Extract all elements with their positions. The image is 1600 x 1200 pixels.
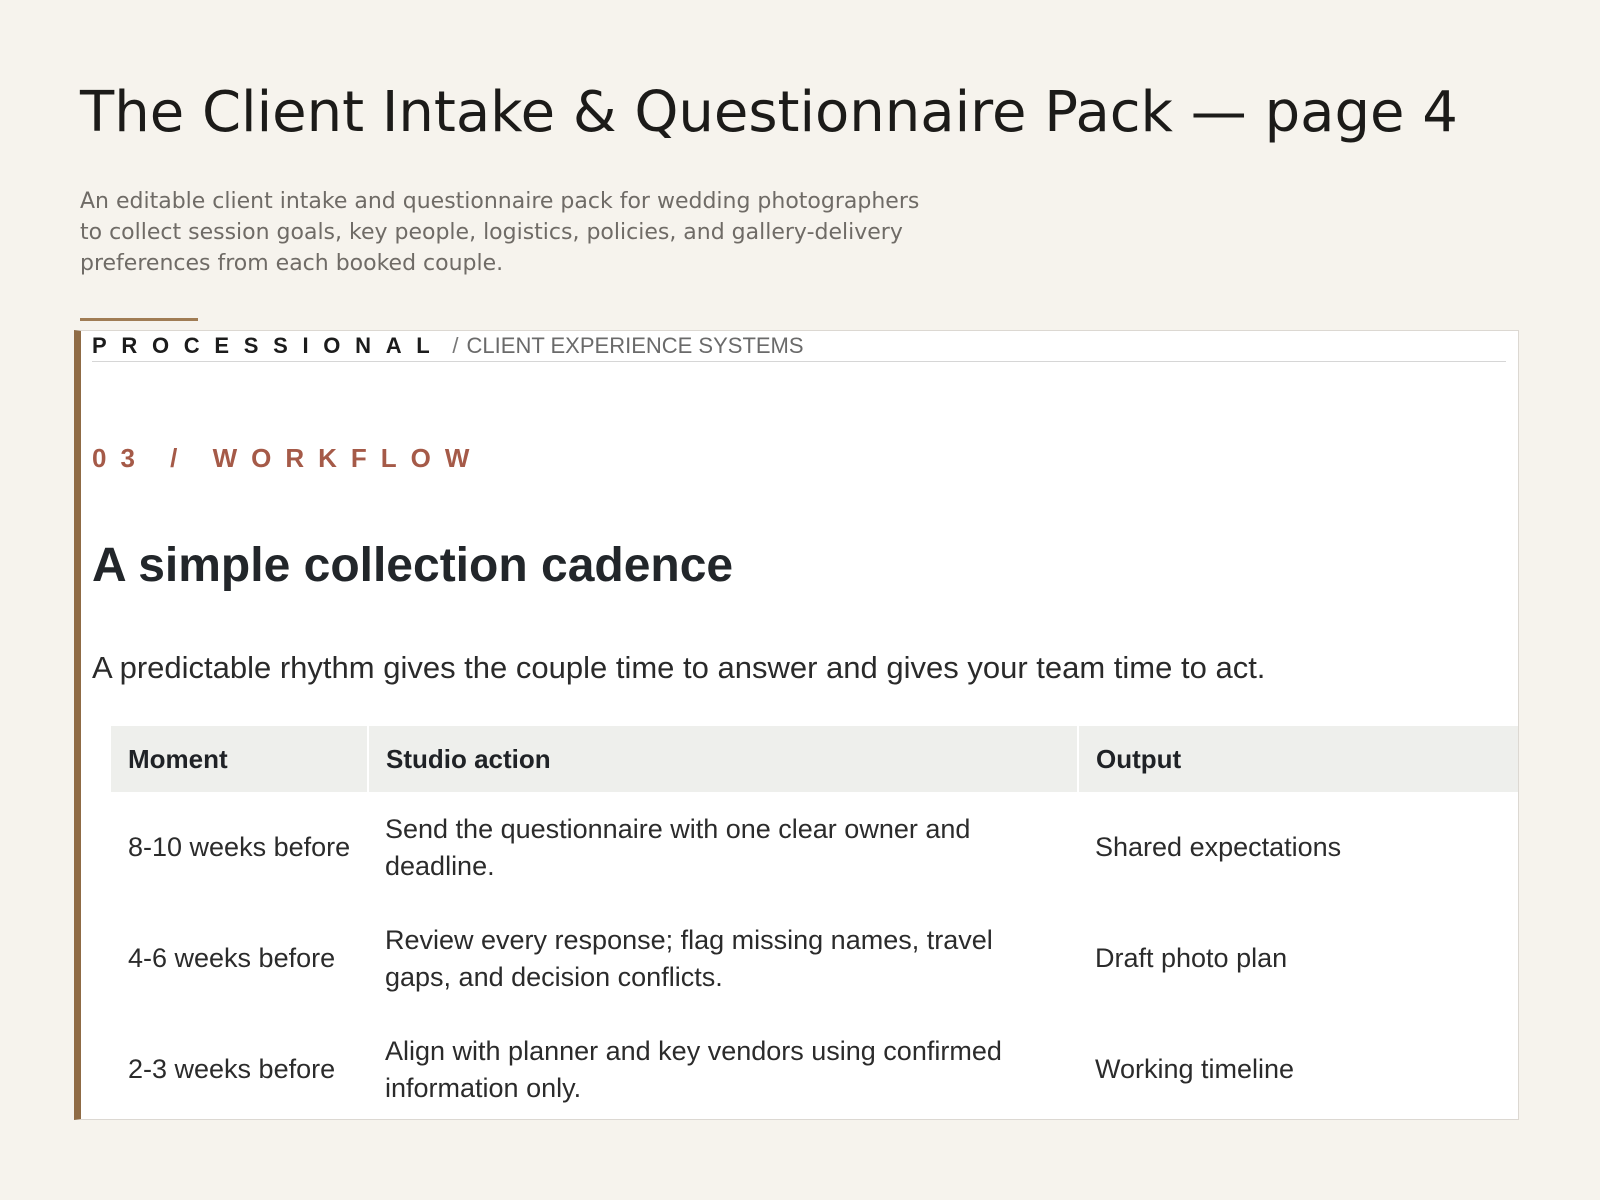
table-row: 2-3 weeks before Align with planner and … [111,1014,1518,1119]
page-description: An editable client intake and questionna… [80,189,920,276]
cadence-table: Moment Studio action Output 8-10 weeks b… [111,726,1518,1119]
output-cell: Working timeline [1095,1054,1295,1084]
table-header-row: Moment Studio action Output [111,726,1518,792]
document-page-panel: PROCESSIONAL / CLIENT EXPERIENCE SYSTEMS 0… [74,330,1519,1120]
column-header-studio-action: Studio action [367,726,1078,792]
studio-action-cell: Send the questionnaire with one clear ow… [385,813,971,881]
table-row: 4-6 weeks before Review every response; … [111,903,1518,1014]
section-title: A simple collection cadence [92,539,734,592]
studio-action-cell: Align with planner and key vendors using… [385,1035,1002,1103]
brand-name: PROCESSIONAL [92,333,445,358]
studio-action-cell: Review every response; flag missing name… [385,924,993,992]
brand-separator: / [452,333,459,358]
section-eyebrow: 03 / WORKFLOW [92,443,484,473]
output-cell: Shared expectations [1095,832,1342,862]
column-header-output: Output [1077,726,1518,792]
moment-cell: 8-10 weeks before [128,832,351,862]
brand-subtitle: CLIENT EXPERIENCE SYSTEMS [466,333,804,358]
page-title: The Client Intake & Questionnaire Pack —… [80,80,1458,145]
table-row: 8-10 weeks before Send the questionnaire… [111,792,1518,903]
column-header-moment: Moment [111,726,368,792]
moment-cell: 2-3 weeks before [128,1054,336,1084]
panel-header: PROCESSIONAL / CLIENT EXPERIENCE SYSTEMS [92,331,1506,362]
accent-rule [80,318,198,321]
moment-cell: 4-6 weeks before [128,943,336,973]
output-cell: Draft photo plan [1095,943,1288,973]
section-intro: A predictable rhythm gives the couple ti… [92,650,1266,685]
